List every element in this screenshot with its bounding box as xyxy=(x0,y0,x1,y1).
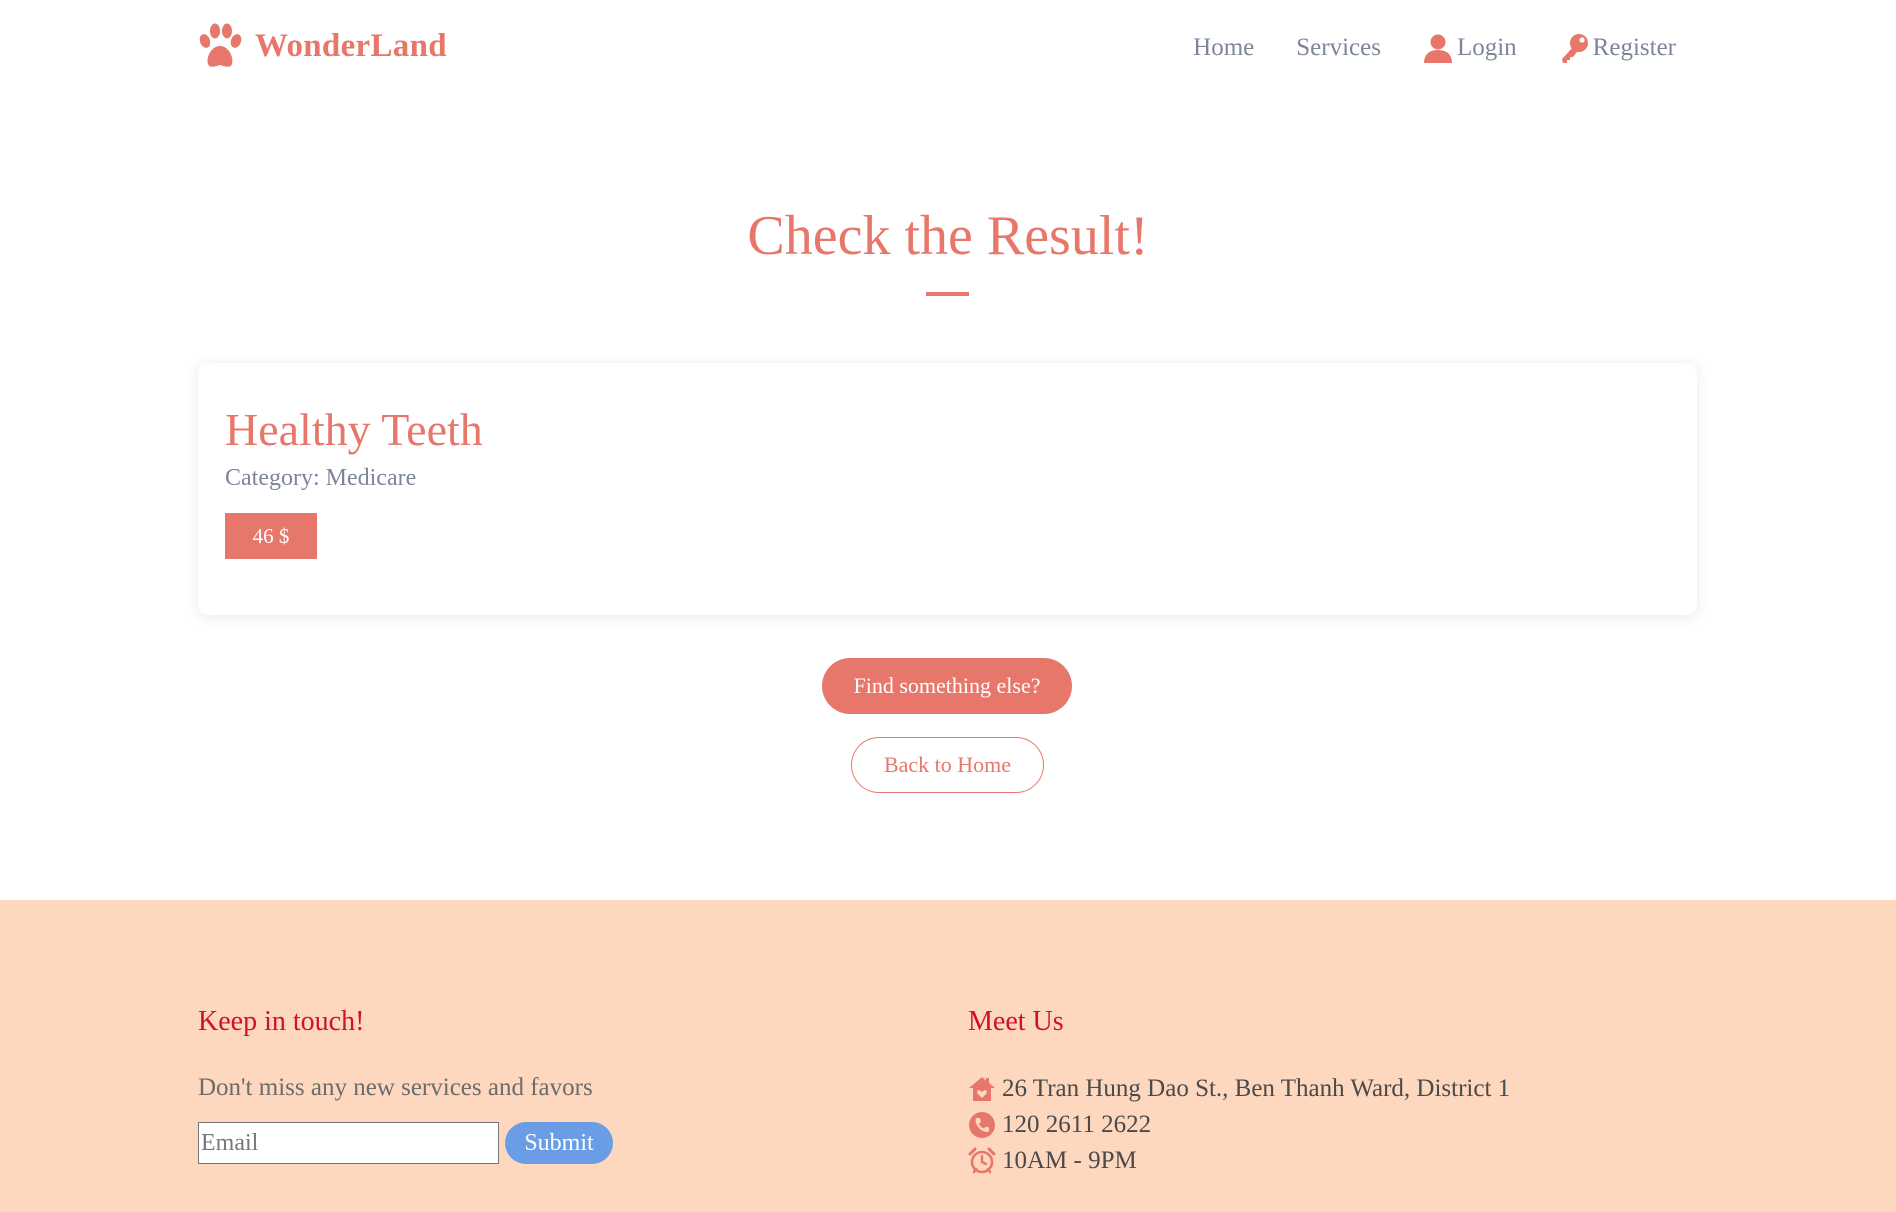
submit-button[interactable]: Submit xyxy=(505,1122,613,1164)
site-footer: Keep in touch! Don't miss any new servic… xyxy=(0,900,1896,1212)
contact-phone: 120 2611 2622 xyxy=(968,1111,1151,1139)
price-badge: 46 $ xyxy=(225,513,317,559)
nav-register[interactable]: Register xyxy=(1559,32,1676,64)
main-nav: Home Services Login Register xyxy=(1151,32,1676,64)
phone-text: 120 2611 2622 xyxy=(1002,1111,1152,1138)
newsletter-heading: Keep in touch! xyxy=(198,1006,365,1037)
key-icon xyxy=(1561,34,1588,63)
nav-services[interactable]: Services xyxy=(1296,34,1381,62)
paw-icon xyxy=(199,23,242,67)
brand-logo[interactable]: WonderLand xyxy=(197,22,447,70)
nav-services-label: Services xyxy=(1296,34,1381,61)
hours-text: 10AM - 9PM xyxy=(1002,1147,1137,1174)
contact-heading: Meet Us xyxy=(968,1006,1064,1037)
home-icon xyxy=(969,1077,995,1101)
address-text: 26 Tran Hung Dao St., Ben Thanh Ward, Di… xyxy=(1002,1075,1511,1102)
nav-register-label: Register xyxy=(1592,34,1676,61)
result-card: Healthy Teeth Category: Medicare 46 $ xyxy=(198,363,1697,615)
brand-name: WonderLand xyxy=(255,27,447,64)
site-header: WonderLand Home Services Login Register xyxy=(0,0,1896,100)
back-to-home-button[interactable]: Back to Home xyxy=(851,737,1044,793)
find-something-else-button[interactable]: Find something else? xyxy=(822,658,1072,714)
result-category: Category: Medicare xyxy=(225,465,417,491)
phone-icon xyxy=(969,1112,995,1138)
result-name: Healthy Teeth xyxy=(225,404,483,455)
email-input[interactable] xyxy=(198,1122,499,1164)
user-icon xyxy=(1423,34,1452,63)
contact-hours: 10AM - 9PM xyxy=(968,1147,1137,1175)
title-divider xyxy=(926,292,969,296)
nav-home-label: Home xyxy=(1193,34,1255,61)
nav-home[interactable]: Home xyxy=(1193,34,1254,62)
page-title: Check the Result! xyxy=(747,205,1149,267)
nav-login-label: Login xyxy=(1456,34,1517,61)
newsletter-text: Don't miss any new services and favors xyxy=(198,1074,593,1101)
alarm-clock-icon xyxy=(968,1147,996,1174)
contact-address: 26 Tran Hung Dao St., Ben Thanh Ward, Di… xyxy=(968,1075,1510,1103)
nav-login[interactable]: Login xyxy=(1423,32,1517,64)
